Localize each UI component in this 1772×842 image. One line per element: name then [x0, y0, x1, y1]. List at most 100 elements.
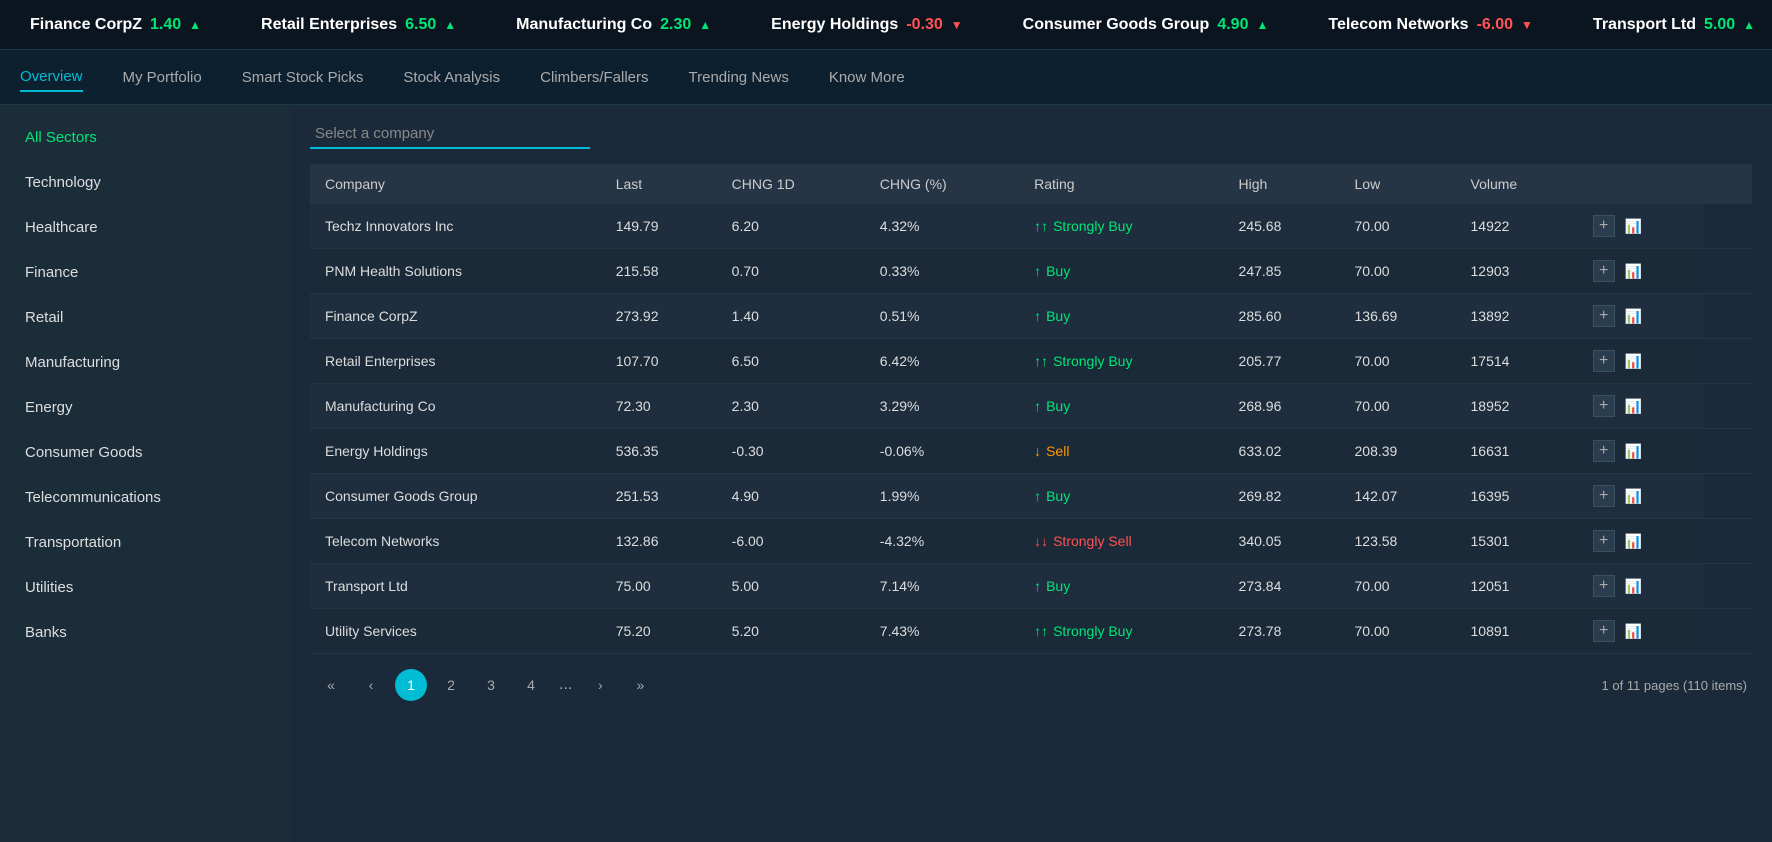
- actions-cell: + 📊: [1578, 339, 1705, 384]
- add-to-portfolio-button[interactable]: +: [1593, 530, 1615, 552]
- view-chart-button[interactable]: 📊: [1625, 308, 1642, 325]
- chngpct-value: 0.51%: [865, 294, 1019, 339]
- rating-icon: ↓↓: [1034, 533, 1048, 549]
- last-value: 75.20: [601, 609, 717, 654]
- add-to-portfolio-button[interactable]: +: [1593, 485, 1615, 507]
- actions-cell: + 📊: [1578, 429, 1705, 474]
- rating-cell: ↓↓ Strongly Sell: [1019, 519, 1223, 564]
- rating-label: Buy: [1046, 578, 1070, 594]
- sidebar-item-manufacturing[interactable]: Manufacturing: [0, 340, 290, 385]
- rating-icon: ↑↑: [1034, 623, 1048, 639]
- add-to-portfolio-button[interactable]: +: [1593, 620, 1615, 642]
- add-to-portfolio-button[interactable]: +: [1593, 575, 1615, 597]
- view-chart-button[interactable]: 📊: [1625, 623, 1642, 640]
- view-chart-button[interactable]: 📊: [1625, 263, 1642, 280]
- sidebar: All SectorsTechnologyHealthcareFinanceRe…: [0, 105, 290, 842]
- table-row: Utility Services 75.20 5.20 7.43% ↑↑ Str…: [310, 609, 1752, 654]
- navigation-bar: Overview My Portfolio Smart Stock Picks Sto…: [0, 50, 1772, 105]
- chngpct-value: 0.33%: [865, 249, 1019, 294]
- ticker-item: Consumer Goods Group 4.90 ▲: [1023, 16, 1269, 34]
- nav-item-know-more[interactable]: Know More: [829, 64, 905, 91]
- rating-label: Strongly Buy: [1053, 353, 1132, 369]
- rating-cell: ↑↑ Strongly Buy: [1019, 609, 1223, 654]
- sidebar-item-consumer-goods[interactable]: Consumer Goods: [0, 430, 290, 475]
- nav-item-my-portfolio[interactable]: My Portfolio: [123, 64, 202, 91]
- table-header: CompanyLastCHNG 1DCHNG (%)RatingHighLowV…: [310, 164, 1752, 204]
- ticker-value: 6.50: [405, 16, 436, 34]
- ticker-value: 1.40: [150, 16, 181, 34]
- last-page-button[interactable]: »: [624, 669, 656, 701]
- page-4-button[interactable]: 4: [515, 669, 547, 701]
- view-chart-button[interactable]: 📊: [1625, 353, 1642, 370]
- search-input[interactable]: [310, 120, 590, 149]
- actions-cell: + 📊: [1578, 609, 1705, 654]
- actions-cell: + 📊: [1578, 204, 1705, 249]
- add-to-portfolio-button[interactable]: +: [1593, 440, 1615, 462]
- sidebar-item-all-sectors[interactable]: All Sectors: [0, 115, 290, 160]
- sidebar-item-banks[interactable]: Banks: [0, 610, 290, 655]
- down-arrow-icon: ▼: [1521, 18, 1533, 32]
- table-body: Techz Innovators Inc 149.79 6.20 4.32% ↑…: [310, 204, 1752, 654]
- last-value: 536.35: [601, 429, 717, 474]
- rating-icon: ↑↑: [1034, 353, 1048, 369]
- company-name: Utility Services: [310, 609, 601, 654]
- volume-value: 14922: [1456, 204, 1578, 249]
- view-chart-button[interactable]: 📊: [1625, 578, 1642, 595]
- stock-table: CompanyLastCHNG 1DCHNG (%)RatingHighLowV…: [310, 164, 1752, 654]
- sidebar-item-energy[interactable]: Energy: [0, 385, 290, 430]
- view-chart-button[interactable]: 📊: [1625, 398, 1642, 415]
- nav-item-stock-analysis[interactable]: Stock Analysis: [403, 64, 500, 91]
- chngpct-value: 7.14%: [865, 564, 1019, 609]
- chng1d-value: 1.40: [717, 294, 865, 339]
- sidebar-item-transportation[interactable]: Transportation: [0, 520, 290, 565]
- sidebar-item-healthcare[interactable]: Healthcare: [0, 205, 290, 250]
- chngpct-value: 6.42%: [865, 339, 1019, 384]
- view-chart-button[interactable]: 📊: [1625, 443, 1642, 460]
- last-value: 132.86: [601, 519, 717, 564]
- column-header-high: High: [1224, 164, 1340, 204]
- column-header-company: Company: [310, 164, 601, 204]
- add-to-portfolio-button[interactable]: +: [1593, 215, 1615, 237]
- sidebar-item-retail[interactable]: Retail: [0, 295, 290, 340]
- search-container: [310, 120, 1752, 149]
- up-arrow-icon: ▲: [699, 18, 711, 32]
- page-3-button[interactable]: 3: [475, 669, 507, 701]
- nav-item-overview[interactable]: Overview: [20, 63, 83, 92]
- rating-label: Strongly Buy: [1053, 218, 1132, 234]
- sidebar-item-finance[interactable]: Finance: [0, 250, 290, 295]
- add-to-portfolio-button[interactable]: +: [1593, 350, 1615, 372]
- add-to-portfolio-button[interactable]: +: [1593, 395, 1615, 417]
- page-1-button[interactable]: 1: [395, 669, 427, 701]
- company-name: Retail Enterprises: [310, 339, 601, 384]
- last-value: 149.79: [601, 204, 717, 249]
- view-chart-button[interactable]: 📊: [1625, 533, 1642, 550]
- add-to-portfolio-button[interactable]: +: [1593, 305, 1615, 327]
- nav-item-smart-stock-picks[interactable]: Smart Stock Picks: [242, 64, 364, 91]
- add-to-portfolio-button[interactable]: +: [1593, 260, 1615, 282]
- first-page-button[interactable]: «: [315, 669, 347, 701]
- sidebar-item-telecommunications[interactable]: Telecommunications: [0, 475, 290, 520]
- chng1d-value: 4.90: [717, 474, 865, 519]
- view-chart-button[interactable]: 📊: [1625, 218, 1642, 235]
- low-value: 123.58: [1340, 519, 1456, 564]
- table-row: Telecom Networks 132.86 -6.00 -4.32% ↓↓ …: [310, 519, 1752, 564]
- prev-page-button[interactable]: ‹: [355, 669, 387, 701]
- sidebar-item-utilities[interactable]: Utilities: [0, 565, 290, 610]
- table-row: Energy Holdings 536.35 -0.30 -0.06% ↓ Se…: [310, 429, 1752, 474]
- rating-icon: ↑: [1034, 308, 1041, 324]
- rating-label: Buy: [1046, 263, 1070, 279]
- nav-item-climbers/fallers[interactable]: Climbers/Fallers: [540, 64, 648, 91]
- ticker-name: Energy Holdings: [771, 16, 898, 34]
- page-2-button[interactable]: 2: [435, 669, 467, 701]
- next-page-button[interactable]: ›: [584, 669, 616, 701]
- nav-item-trending-news[interactable]: Trending News: [689, 64, 789, 91]
- volume-value: 10891: [1456, 609, 1578, 654]
- sidebar-item-technology[interactable]: Technology: [0, 160, 290, 205]
- column-header-volume: Volume: [1456, 164, 1578, 204]
- view-chart-button[interactable]: 📊: [1625, 488, 1642, 505]
- ticker-item: Transport Ltd 5.00 ▲: [1593, 16, 1755, 34]
- ticker-name: Manufacturing Co: [516, 16, 652, 34]
- low-value: 70.00: [1340, 564, 1456, 609]
- ticker-name: Transport Ltd: [1593, 16, 1696, 34]
- ticker-bar: Finance CorpZ 1.40 ▲ Retail Enterprises …: [0, 0, 1772, 50]
